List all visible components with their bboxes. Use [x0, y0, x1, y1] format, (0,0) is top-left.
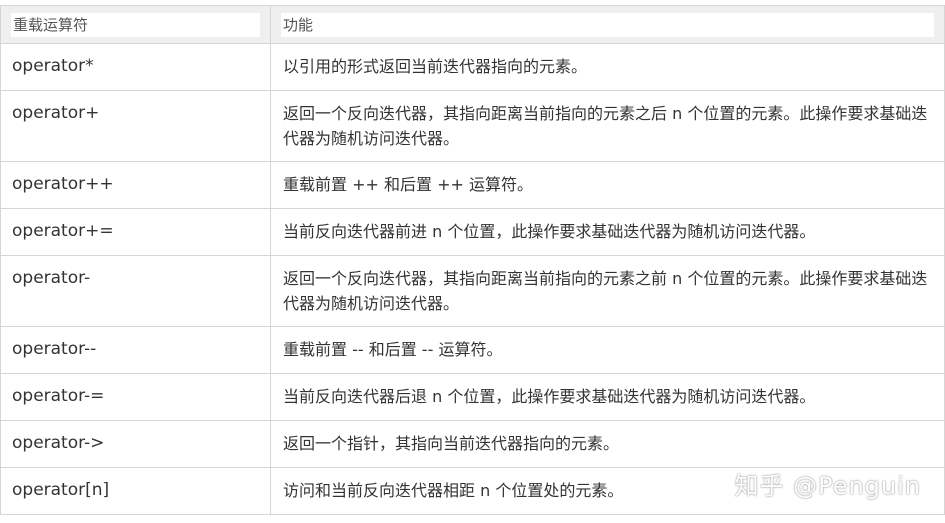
table-row: operator+= 当前反向迭代器前进 n 个位置，此操作要求基础迭代器为随机… [0, 208, 945, 256]
table-row: operator-> 返回一个指针，其指向当前迭代器指向的元素。 [0, 420, 945, 468]
zhihu-watermark: 知乎 @Penguin [734, 472, 921, 500]
operator-cell: operator[n] [0, 467, 271, 515]
header-function-label: 功能 [281, 13, 934, 37]
operator-table: 重载运算符 功能 operator* 以引用的形式返回当前迭代器指向的元素。 o… [0, 5, 945, 515]
description-cell: 以引用的形式返回当前迭代器指向的元素。 [270, 43, 945, 91]
table-body: operator* 以引用的形式返回当前迭代器指向的元素。 operator+ … [0, 43, 945, 515]
table-header: 重载运算符 功能 [0, 5, 945, 44]
table-row: operator-- 重载前置 -- 和后置 -- 运算符。 [0, 326, 945, 374]
table-row: operator++ 重载前置 ++ 和后置 ++ 运算符。 [0, 161, 945, 209]
operator-cell: operator+ [0, 90, 271, 162]
operator-cell: operator* [0, 43, 271, 91]
table-row: operator- 返回一个反向迭代器，其指向距离当前指向的元素之前 n 个位置… [0, 255, 945, 327]
description-cell: 当前反向迭代器前进 n 个位置，此操作要求基础迭代器为随机访问迭代器。 [270, 208, 945, 256]
header-operator-label: 重载运算符 [11, 13, 260, 37]
operator-cell: operator-- [0, 326, 271, 374]
description-cell: 返回一个反向迭代器，其指向距离当前指向的元素之后 n 个位置的元素。此操作要求基… [270, 90, 945, 162]
operator-cell: operator-= [0, 373, 271, 421]
description-cell: 返回一个指针，其指向当前迭代器指向的元素。 [270, 420, 945, 468]
description-cell: 当前反向迭代器后退 n 个位置，此操作要求基础迭代器为随机访问迭代器。 [270, 373, 945, 421]
header-cell-operator: 重载运算符 [0, 5, 271, 44]
page: 重载运算符 功能 operator* 以引用的形式返回当前迭代器指向的元素。 o… [0, 0, 945, 523]
operator-cell: operator++ [0, 161, 271, 209]
header-cell-function: 功能 [270, 5, 945, 44]
description-cell: 返回一个反向迭代器，其指向距离当前指向的元素之前 n 个位置的元素。此操作要求基… [270, 255, 945, 327]
operator-cell: operator-> [0, 420, 271, 468]
table-row: operator+ 返回一个反向迭代器，其指向距离当前指向的元素之后 n 个位置… [0, 90, 945, 162]
operator-cell: operator+= [0, 208, 271, 256]
description-cell: 重载前置 -- 和后置 -- 运算符。 [270, 326, 945, 374]
table-row: operator-= 当前反向迭代器后退 n 个位置，此操作要求基础迭代器为随机… [0, 373, 945, 421]
operator-cell: operator- [0, 255, 271, 327]
description-cell: 重载前置 ++ 和后置 ++ 运算符。 [270, 161, 945, 209]
table-row: operator* 以引用的形式返回当前迭代器指向的元素。 [0, 43, 945, 91]
header-row: 重载运算符 功能 [0, 5, 945, 44]
